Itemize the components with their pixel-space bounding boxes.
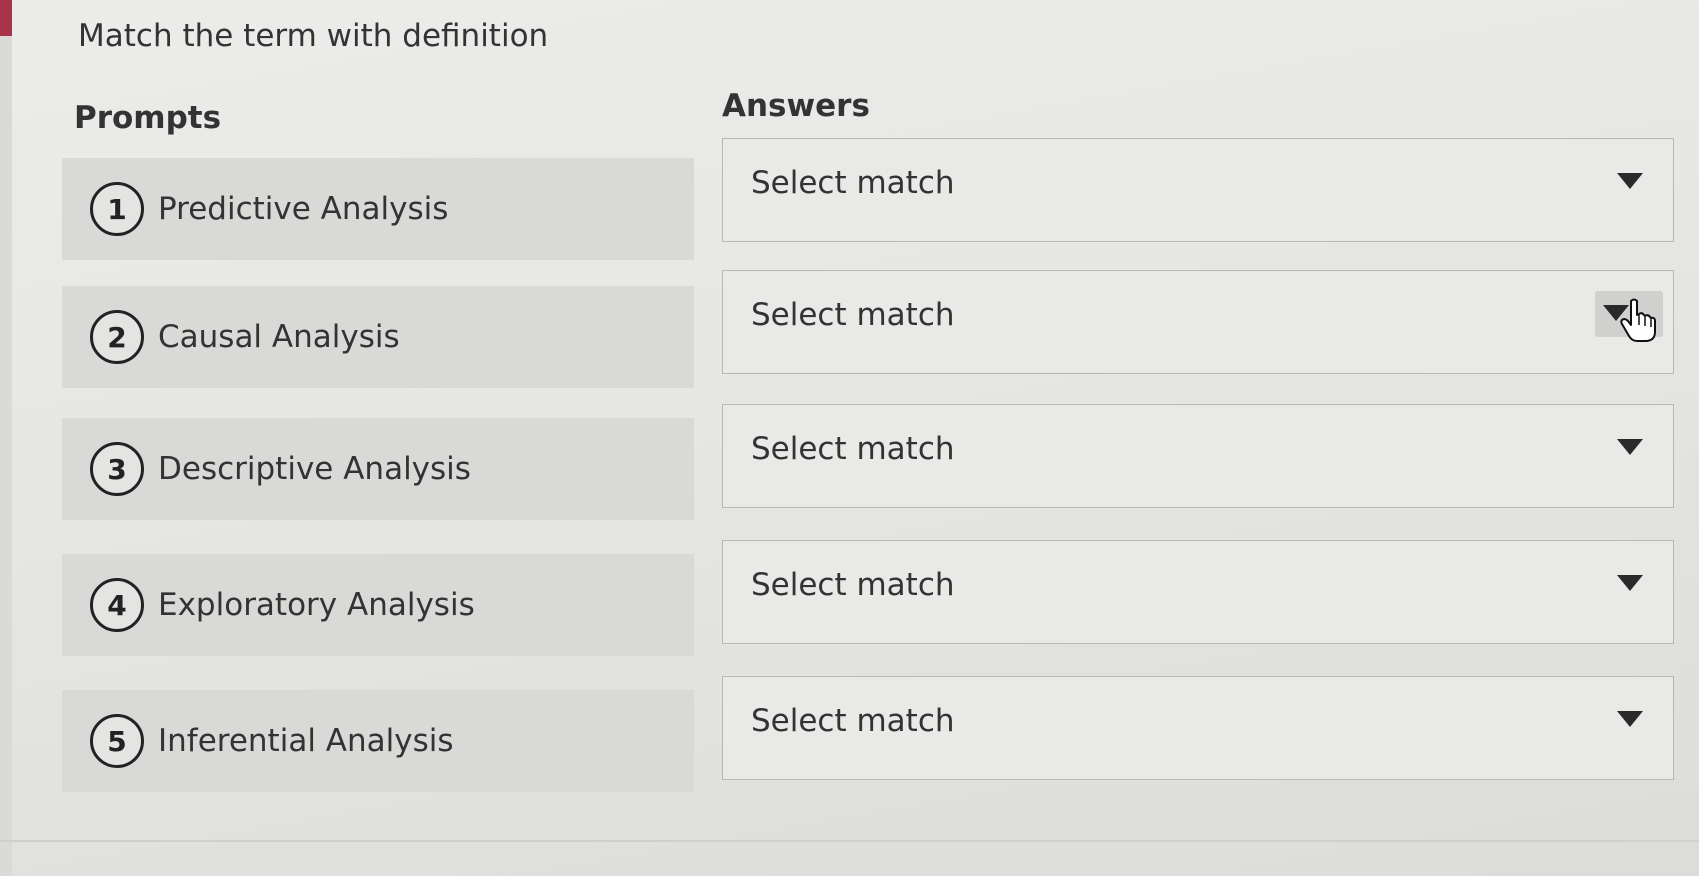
prompt-row-3: 3 Descriptive Analysis [62,418,694,520]
chevron-down-icon[interactable] [1617,711,1643,727]
answer-select-value: Select match [751,703,955,739]
prompt-number-badge: 1 [90,182,144,236]
answer-select-value: Select match [751,297,955,333]
prompt-number-badge: 2 [90,310,144,364]
prompt-row-1: 1 Predictive Analysis [62,158,694,260]
answer-select-1[interactable]: Select match [722,138,1674,242]
answer-select-3[interactable]: Select match [722,404,1674,508]
prompt-number-badge: 3 [90,442,144,496]
answers-heading: Answers [722,88,870,124]
answer-select-value: Select match [751,165,955,201]
section-divider [0,840,1699,842]
question-instructions: Match the term with definition [78,18,549,54]
answer-select-value: Select match [751,567,955,603]
answer-select-4[interactable]: Select match [722,540,1674,644]
prompts-heading: Prompts [74,100,222,136]
prompt-number-badge: 4 [90,578,144,632]
prompt-label: Descriptive Analysis [158,451,471,487]
prompt-label: Exploratory Analysis [158,587,475,623]
chevron-down-icon[interactable] [1617,575,1643,591]
left-margin [0,36,12,876]
prompt-row-2: 2 Causal Analysis [62,286,694,388]
answer-select-5[interactable]: Select match [722,676,1674,780]
prompt-label: Predictive Analysis [158,191,449,227]
prompt-row-5: 5 Inferential Analysis [62,690,694,792]
chevron-down-icon[interactable] [1617,173,1643,189]
chevron-down-icon[interactable] [1617,439,1643,455]
prompt-number-badge: 5 [90,714,144,768]
prompt-row-4: 4 Exploratory Analysis [62,554,694,656]
answer-select-2[interactable]: Select match [722,270,1674,374]
prompt-label: Causal Analysis [158,319,400,355]
prompt-label: Inferential Analysis [158,723,454,759]
hand-cursor-icon [1620,298,1656,342]
answer-select-value: Select match [751,431,955,467]
accent-tab [0,0,12,36]
